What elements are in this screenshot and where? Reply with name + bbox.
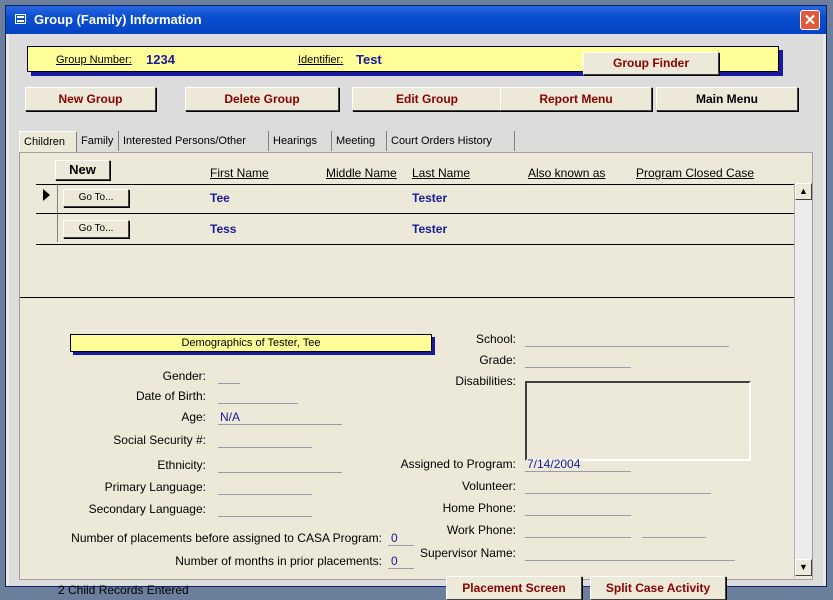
work-phone-field[interactable] xyxy=(525,537,631,538)
secondary-language-field[interactable] xyxy=(218,516,312,517)
scroll-up-button[interactable]: ▲ xyxy=(795,183,812,200)
tab-children[interactable]: Children xyxy=(19,131,77,153)
placements-label: Number of placements before assigned to … xyxy=(71,531,382,545)
delete-group-button[interactable]: Delete Group xyxy=(185,87,339,111)
report-menu-button[interactable]: Report Menu xyxy=(500,87,652,111)
home-phone-field[interactable] xyxy=(525,515,631,516)
assigned-value[interactable]: 7/14/2004 xyxy=(527,457,580,471)
first-name-cell[interactable]: Tee xyxy=(210,191,230,205)
demographics-title: Demographics of Tester, Tee xyxy=(70,334,432,352)
window-title: Group (Family) Information xyxy=(34,12,202,27)
current-record-icon xyxy=(43,189,50,201)
months-value[interactable]: 0 xyxy=(391,554,398,568)
age-field xyxy=(218,424,342,425)
col-middle-name: Middle Name xyxy=(326,166,397,180)
primary-language-label: Primary Language: xyxy=(104,480,206,494)
identifier-label: Identifier: xyxy=(298,54,344,66)
group-number-label: Group Number: xyxy=(56,54,132,66)
age-value[interactable]: N/A xyxy=(220,410,240,424)
form-body: Group Number: 1234 Identifier: Test Grou… xyxy=(9,34,823,600)
tab-hearings[interactable]: Hearings xyxy=(269,131,332,151)
new-group-button[interactable]: New Group xyxy=(25,87,156,111)
section-divider xyxy=(20,297,794,298)
months-field xyxy=(388,568,414,569)
row-divider xyxy=(36,184,794,185)
supervisor-label: Supervisor Name: xyxy=(419,546,516,560)
col-program-closed-case: Program Closed Case xyxy=(636,166,755,180)
group-number-value: 1234 xyxy=(146,52,175,67)
grade-label: Grade: xyxy=(479,353,516,367)
app-window: Group (Family) Information ✕ Group Numbe… xyxy=(5,5,827,600)
work-phone-ext-field[interactable] xyxy=(642,537,706,538)
ethnicity-label: Ethnicity: xyxy=(157,458,206,472)
disabilities-label: Disabilities: xyxy=(455,374,516,388)
home-phone-label: Home Phone: xyxy=(442,501,516,515)
dob-label: Date of Birth: xyxy=(135,389,206,403)
dob-field[interactable] xyxy=(218,403,298,404)
months-label: Number of months in prior placements: xyxy=(175,554,382,568)
ssn-field[interactable] xyxy=(218,447,312,448)
school-label: School: xyxy=(475,332,516,346)
row-divider xyxy=(36,213,794,214)
volunteer-field[interactable] xyxy=(525,493,711,494)
gender-label: Gender: xyxy=(162,369,206,383)
toolbar: New Group Delete Group Edit Group Report… xyxy=(25,87,798,111)
ssn-label: Social Security #: xyxy=(113,433,206,447)
work-phone-label: Work Phone: xyxy=(446,523,516,537)
gender-field[interactable] xyxy=(218,383,240,384)
primary-language-field[interactable] xyxy=(218,494,312,495)
last-name-cell[interactable]: Tester xyxy=(412,191,447,205)
group-header-bar: Group Number: 1234 Identifier: Test Grou… xyxy=(27,46,779,75)
volunteer-label: Volunteer: xyxy=(461,479,516,493)
scroll-down-button[interactable]: ▼ xyxy=(795,559,812,576)
last-name-cell[interactable]: Tester xyxy=(412,222,447,236)
tab-family[interactable]: Family xyxy=(77,131,119,151)
tab-meeting[interactable]: Meeting xyxy=(332,131,387,151)
goto-button[interactable]: Go To... xyxy=(63,220,129,238)
row-divider xyxy=(36,244,794,245)
identifier-value: Test xyxy=(356,52,382,67)
assigned-field xyxy=(525,471,631,472)
col-first-name: First Name xyxy=(210,166,269,180)
supervisor-field[interactable] xyxy=(525,560,735,561)
record-selector[interactable] xyxy=(36,214,58,242)
age-label: Age: xyxy=(181,410,206,424)
first-name-cell[interactable]: Tess xyxy=(210,222,236,236)
tab-interested-persons[interactable]: Interested Persons/Other xyxy=(119,131,269,151)
vertical-scrollbar[interactable]: ▲ ▼ xyxy=(794,183,812,577)
goto-button[interactable]: Go To... xyxy=(63,189,129,207)
grade-field[interactable] xyxy=(525,367,631,368)
placement-screen-button[interactable]: Placement Screen xyxy=(446,576,582,600)
form-icon xyxy=(15,14,26,24)
ethnicity-field[interactable] xyxy=(218,472,342,473)
close-button[interactable]: ✕ xyxy=(800,10,820,30)
school-field[interactable] xyxy=(525,346,729,347)
title-bar[interactable]: Group (Family) Information ✕ xyxy=(6,6,826,34)
group-finder-button[interactable]: Group Finder xyxy=(583,52,719,75)
record-selector[interactable] xyxy=(36,185,58,213)
children-panel: New First Name Middle Name Last Name Als… xyxy=(19,152,813,600)
disabilities-textarea[interactable] xyxy=(525,381,751,461)
placements-value[interactable]: 0 xyxy=(391,531,398,545)
split-case-activity-button[interactable]: Split Case Activity xyxy=(590,576,726,600)
assigned-label: Assigned to Program: xyxy=(400,457,516,471)
new-child-button[interactable]: New xyxy=(55,160,110,180)
col-also-known-as: Also known as xyxy=(528,166,606,180)
edit-group-button[interactable]: Edit Group xyxy=(352,87,502,111)
main-menu-button[interactable]: Main Menu xyxy=(656,87,798,111)
records-count: 2 Child Records Entered xyxy=(58,583,189,597)
secondary-language-label: Secondary Language: xyxy=(88,502,206,516)
tab-court-orders-history[interactable]: Court Orders History xyxy=(387,131,515,151)
col-last-name: Last Name xyxy=(412,166,471,180)
